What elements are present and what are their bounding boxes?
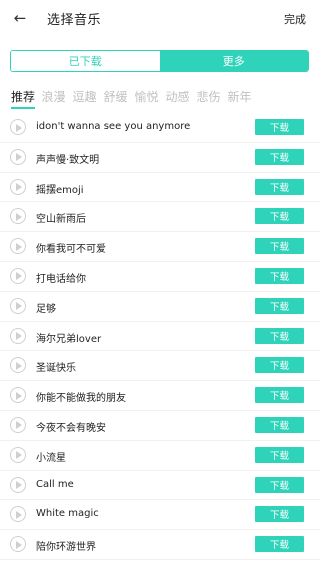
- page-title: 选择音乐: [47, 13, 102, 28]
- list-item: 声声慢·致文明 下载: [0, 143, 320, 173]
- play-icon[interactable]: [10, 387, 26, 404]
- download-button[interactable]: 下载: [255, 267, 304, 284]
- play-icon[interactable]: [10, 119, 26, 135]
- play-icon[interactable]: [10, 446, 26, 463]
- song-title: 今夜不会有晚安: [36, 422, 106, 434]
- list-item: 陪你环游世界 下载: [0, 530, 320, 560]
- tab-dynamic[interactable]: 动感: [162, 87, 193, 111]
- list-item: 你看我可不可爱 下载: [0, 232, 320, 262]
- play-icon[interactable]: [10, 208, 26, 225]
- active-tab-indicator: [11, 107, 35, 109]
- top-bar: ← 选择音乐 完成: [0, 0, 320, 38]
- download-button[interactable]: 下载: [255, 238, 304, 255]
- list-item: 摇摆emoji 下载: [0, 173, 320, 203]
- list-item: 足够 下载: [0, 292, 320, 322]
- play-icon[interactable]: [10, 148, 26, 165]
- download-button[interactable]: 下载: [255, 297, 304, 314]
- tab-recommended[interactable]: 推荐: [8, 87, 38, 111]
- tab-funny[interactable]: 逗趣: [69, 87, 100, 111]
- download-button[interactable]: 下载: [255, 208, 304, 225]
- tab-label: 推荐: [10, 90, 35, 104]
- download-button[interactable]: 下载: [255, 506, 304, 523]
- source-segmented-control: 已下载 更多: [10, 50, 309, 72]
- download-button[interactable]: 下载: [255, 536, 304, 553]
- song-title: idon't wanna see you anymore: [36, 121, 191, 132]
- song-title: 声声慢·致文明: [36, 154, 100, 166]
- list-item: White magic 下载: [0, 500, 320, 531]
- list-item: 海尔兄弟lover 下载: [0, 322, 320, 352]
- play-icon[interactable]: [10, 357, 26, 374]
- list-item: idon't wanna see you anymore 下载: [0, 113, 320, 143]
- segment-more[interactable]: 更多: [159, 51, 308, 71]
- list-item: Call me 下载: [0, 471, 320, 501]
- list-item: 圣诞快乐 下载: [0, 351, 320, 382]
- download-button[interactable]: 下载: [255, 446, 304, 463]
- download-button[interactable]: 下载: [255, 327, 304, 344]
- song-title: 打电话给你: [36, 273, 86, 285]
- list-item: 你能不能做我的朋友 下载: [0, 381, 320, 411]
- play-icon[interactable]: [10, 297, 26, 314]
- tab-romantic[interactable]: 浪漫: [38, 87, 69, 111]
- download-button[interactable]: 下载: [255, 387, 304, 404]
- play-icon[interactable]: [10, 327, 26, 344]
- song-title: 圣诞快乐: [36, 363, 76, 375]
- tab-cheerful[interactable]: 愉悦: [131, 87, 162, 111]
- song-title: 陪你环游世界: [36, 542, 96, 554]
- song-title: 海尔兄弟lover: [36, 333, 102, 345]
- list-item: 打电话给你 下载: [0, 262, 320, 292]
- play-icon[interactable]: [10, 476, 26, 493]
- play-icon[interactable]: [10, 506, 26, 523]
- download-button[interactable]: 下载: [255, 148, 304, 165]
- song-title: 你能不能做我的朋友: [36, 393, 126, 405]
- list-item: 小流星 下载: [0, 441, 320, 471]
- segment-downloaded[interactable]: 已下载: [11, 51, 160, 71]
- download-button[interactable]: 下载: [255, 357, 304, 374]
- back-arrow-icon[interactable]: ←: [11, 9, 29, 27]
- play-icon[interactable]: [10, 536, 26, 553]
- download-button[interactable]: 下载: [255, 476, 304, 493]
- list-item: 今夜不会有晚安 下载: [0, 411, 320, 441]
- play-icon[interactable]: [10, 267, 26, 284]
- song-title: 小流星: [36, 452, 66, 464]
- song-title: Call me: [36, 478, 74, 490]
- play-icon[interactable]: [10, 178, 26, 195]
- download-button[interactable]: 下载: [255, 119, 304, 135]
- list-item: 空山新雨后 下载: [0, 202, 320, 233]
- done-button[interactable]: 完成: [284, 11, 306, 27]
- song-title: 足够: [36, 303, 56, 315]
- tab-new-year[interactable]: 新年: [224, 87, 255, 111]
- song-title: 空山新雨后: [36, 214, 86, 226]
- play-icon[interactable]: [10, 416, 26, 433]
- song-title: White magic: [36, 508, 99, 520]
- play-icon[interactable]: [10, 238, 26, 255]
- song-list: idon't wanna see you anymore 下载 声声慢·致文明 …: [0, 113, 320, 560]
- tab-sad[interactable]: 悲伤: [193, 87, 224, 111]
- song-title: 摇摆emoji: [36, 184, 84, 196]
- tab-soothing[interactable]: 舒缓: [100, 87, 131, 111]
- song-title: 你看我可不可爱: [36, 244, 106, 256]
- download-button[interactable]: 下载: [255, 178, 304, 195]
- download-button[interactable]: 下载: [255, 416, 304, 433]
- category-tabs: 推荐 浪漫 逗趣 舒缓 愉悦 动感 悲伤 新年: [0, 87, 320, 111]
